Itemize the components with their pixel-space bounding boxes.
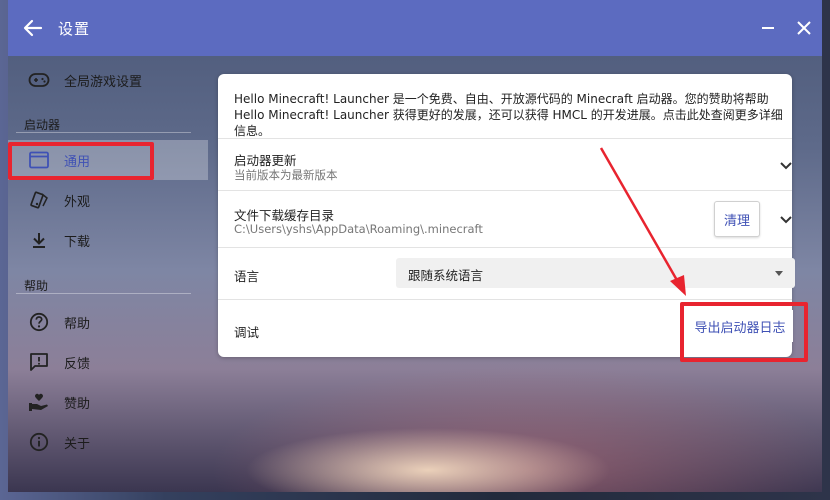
annotation-arrow	[599, 147, 686, 296]
settings-window: 设置 全局游戏设置 启动器 通用 外观 下载 帮助 帮助 反馈 赞助 关于 He…	[8, 0, 822, 492]
